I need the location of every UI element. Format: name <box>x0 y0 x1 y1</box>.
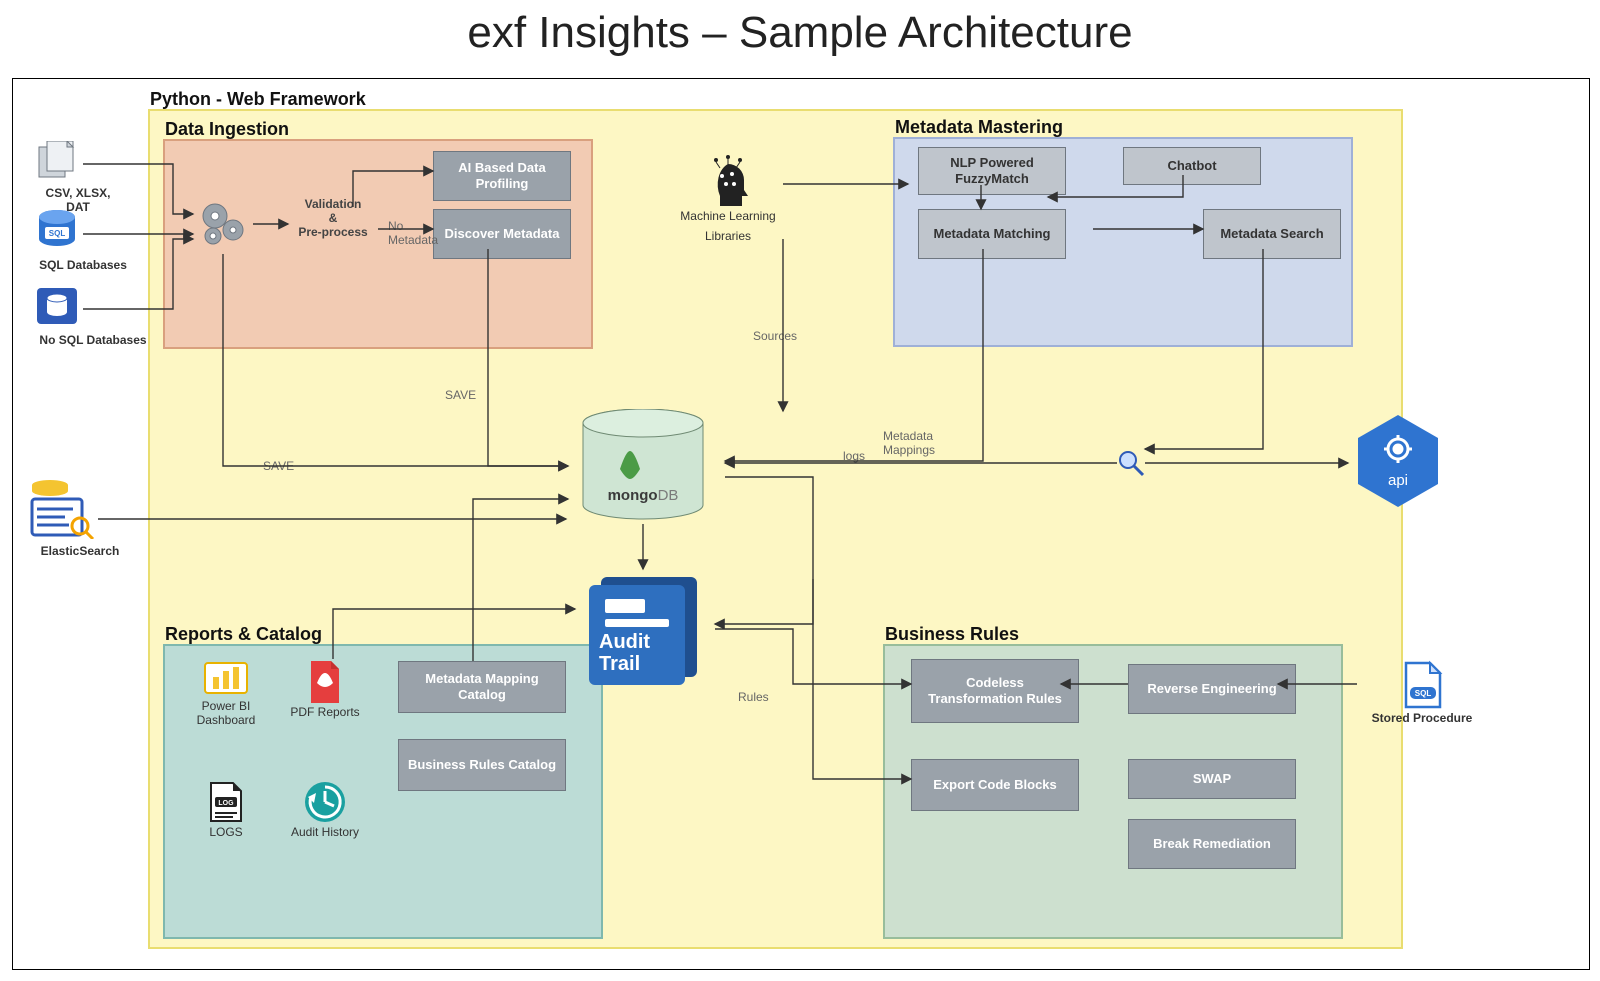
powerbi-icon <box>203 659 249 699</box>
ai-profiling-box: AI Based Data Profiling <box>433 151 571 201</box>
edge-rules: Rules <box>738 690 769 704</box>
audit-history-caption: Audit History <box>285 825 365 839</box>
audit-trail-book: Audit Trail <box>575 569 715 689</box>
files-icon <box>33 141 81 181</box>
nosql-db-icon <box>33 284 81 328</box>
ml-caption-bottom: Libraries <box>653 229 803 243</box>
edge-logs: logs <box>843 449 865 463</box>
stored-procedure-caption: Stored Procedure <box>1357 711 1487 725</box>
outer-frame: Python - Web Framework Data Ingestion Me… <box>12 78 1590 970</box>
magnify-node <box>1117 449 1145 477</box>
magnify-icon <box>1117 449 1145 477</box>
edge-save1: SAVE <box>445 388 476 402</box>
discover-metadata-box: Discover Metadata <box>433 209 571 259</box>
source-sql: SQL SQL Databases <box>33 209 133 272</box>
source-nosql: No SQL Databases <box>33 284 153 347</box>
python-framework-title: Python - Web Framework <box>150 89 366 110</box>
svg-text:SQL: SQL <box>49 229 66 238</box>
edge-meta-mappings: Metadata Mappings <box>883 429 935 457</box>
chatbot-box: Chatbot <box>1123 147 1261 185</box>
powerbi-caption: Power BI Dashboard <box>181 699 271 727</box>
no-metadata-label: No Metadata <box>388 219 438 247</box>
sql-db-icon: SQL <box>33 209 81 253</box>
ml-head-icon <box>698 154 758 209</box>
logs-caption: LOGS <box>181 825 271 839</box>
swap-box: SWAP <box>1128 759 1296 799</box>
api-hexagon: api <box>1348 411 1448 511</box>
source-elastic-caption: ElasticSearch <box>25 544 135 558</box>
svg-text:LOG: LOG <box>218 800 234 807</box>
pdf-tile: PDF Reports <box>285 659 365 719</box>
page-title: exf Insights – Sample Architecture <box>0 8 1600 58</box>
metadata-catalog-box: Metadata Mapping Catalog <box>398 661 566 713</box>
validation-label: Validation & Pre-process <box>288 197 378 239</box>
sql-file-icon: SQL <box>1396 659 1448 711</box>
svg-text:SQL: SQL <box>1415 689 1432 698</box>
rules-catalog-box: Business Rules Catalog <box>398 739 566 791</box>
edge-save2: SAVE <box>263 459 294 473</box>
history-icon <box>302 779 348 825</box>
mastering-title: Metadata Mastering <box>895 117 1063 138</box>
break-remediation-box: Break Remediation <box>1128 819 1296 869</box>
mongo-db: DB <box>658 487 679 504</box>
metadata-matching-box: Metadata Matching <box>918 209 1066 259</box>
reports-title: Reports & Catalog <box>165 624 322 645</box>
pdf-icon <box>305 659 345 705</box>
audit-history-tile: Audit History <box>285 779 365 839</box>
edge-sources: Sources <box>753 329 797 343</box>
api-icon: api <box>1348 411 1448 511</box>
api-label: api <box>1388 472 1408 489</box>
ml-caption-top: Machine Learning <box>653 209 803 223</box>
source-nosql-caption: No SQL Databases <box>33 333 153 347</box>
mongodb-cylinder: mongoDB <box>568 409 718 524</box>
audit-trail-label: Audit Trail <box>599 631 650 675</box>
logs-icon: LOG <box>203 779 249 825</box>
logs-tile: LOG LOGS <box>181 779 271 839</box>
codeless-rules-box: Codeless Transformation Rules <box>911 659 1079 723</box>
ml-icon-block: Machine Learning Libraries <box>653 154 803 243</box>
source-csv: CSV, XLSX, DAT <box>33 141 123 214</box>
gears-icon <box>193 194 253 254</box>
source-elastic: ElasticSearch <box>25 479 135 558</box>
rules-title: Business Rules <box>885 624 1019 645</box>
stored-procedure: SQL Stored Procedure <box>1357 659 1487 725</box>
ingestion-title: Data Ingestion <box>165 119 289 140</box>
fuzzy-match-box: NLP Powered FuzzyMatch <box>918 147 1066 195</box>
elastic-icon <box>25 479 95 539</box>
mongo-word: mongo <box>608 487 658 504</box>
metadata-search-box: Metadata Search <box>1203 209 1341 259</box>
reverse-eng-box: Reverse Engineering <box>1128 664 1296 714</box>
source-sql-caption: SQL Databases <box>33 258 133 272</box>
powerbi-tile: Power BI Dashboard <box>181 659 271 727</box>
pdf-caption: PDF Reports <box>285 705 365 719</box>
export-code-box: Export Code Blocks <box>911 759 1079 811</box>
